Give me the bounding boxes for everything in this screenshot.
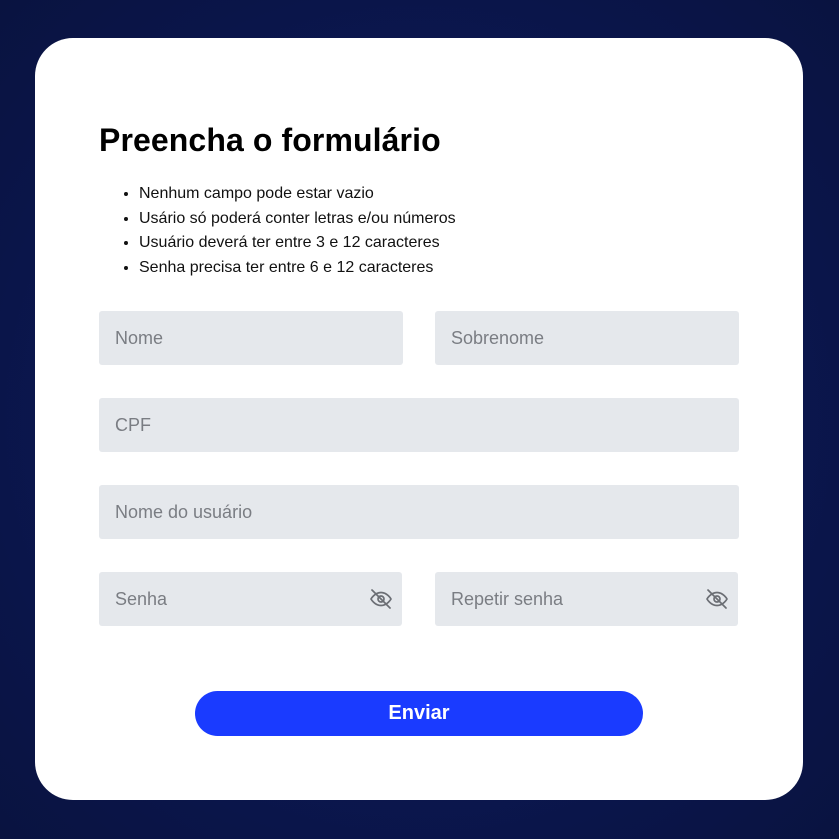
form-card: Preencha o formulário Nenhum campo pode … (35, 38, 803, 800)
last-name-input[interactable] (435, 311, 739, 365)
cpf-input[interactable] (99, 398, 739, 452)
rule-item: Usário só poderá conter letras e/ou núme… (139, 207, 456, 232)
password-field-wrapper (99, 572, 402, 626)
eye-off-icon[interactable] (705, 587, 729, 611)
first-name-input[interactable] (99, 311, 403, 365)
form-title: Preencha o formulário (99, 122, 441, 158)
username-input[interactable] (99, 485, 739, 539)
password-confirm-field-wrapper (435, 572, 738, 626)
last-name-field-wrapper (435, 311, 739, 365)
rule-item: Senha precisa ter entre 6 e 12 caractere… (139, 256, 456, 281)
eye-off-icon[interactable] (369, 587, 393, 611)
submit-button[interactable]: Enviar (195, 691, 643, 736)
rule-item: Nenhum campo pode estar vazio (139, 182, 456, 207)
first-name-field-wrapper (99, 311, 403, 365)
rule-item: Usuário deverá ter entre 3 e 12 caracter… (139, 231, 456, 256)
username-field-wrapper (99, 485, 739, 539)
password-input[interactable] (99, 572, 402, 626)
rules-list: Nenhum campo pode estar vazio Usário só … (139, 182, 456, 280)
password-confirm-input[interactable] (435, 572, 738, 626)
cpf-field-wrapper (99, 398, 739, 452)
